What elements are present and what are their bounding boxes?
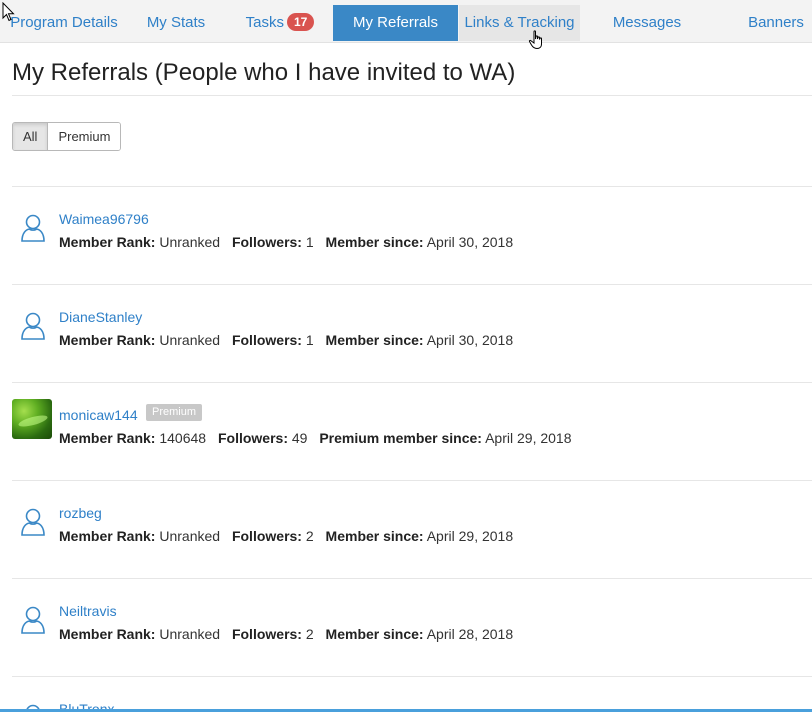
divider xyxy=(12,578,812,579)
rank-label: Member Rank: xyxy=(59,234,156,250)
list-item: DianeStanley Member Rank: Unranked Follo… xyxy=(12,284,812,381)
tab-label: Links & Tracking xyxy=(464,14,575,31)
since-label: Member since: xyxy=(325,626,424,642)
followers-value: 1 xyxy=(305,234,314,250)
followers-label: Followers: xyxy=(231,626,302,642)
tab-program-details[interactable]: Program Details xyxy=(8,5,120,41)
followers-value: 1 xyxy=(305,332,314,348)
tab-label: Messages xyxy=(612,14,682,31)
page-title: My Referrals (People who I have invited … xyxy=(12,59,516,86)
tab-label: Tasks xyxy=(245,14,284,31)
followers-value: 2 xyxy=(305,626,314,642)
rank-label: Member Rank: xyxy=(59,332,156,348)
rank-label: Member Rank: xyxy=(59,528,156,544)
list-item: Waimea96796 Member Rank: Unranked Follow… xyxy=(12,186,812,283)
filter-all-button[interactable]: All xyxy=(13,123,49,150)
divider xyxy=(12,186,812,187)
member-info: Member Rank: Unranked Followers: 2 Membe… xyxy=(59,626,513,642)
user-icon xyxy=(21,606,45,634)
tab-bar: Program Details My Stats Tasks 17 My Refe… xyxy=(0,0,812,43)
user-icon xyxy=(21,508,45,536)
user-icon xyxy=(21,312,45,340)
list-item: monicaw144 Premium Member Rank: 140648 F… xyxy=(12,382,812,479)
tab-label: My Referrals xyxy=(352,14,438,31)
avatar[interactable] xyxy=(12,399,52,439)
tab-links-tracking[interactable]: Links & Tracking xyxy=(459,5,580,41)
tasks-count-badge: 17 xyxy=(286,13,315,31)
rank-value: Unranked xyxy=(159,332,221,348)
since-label: Member since: xyxy=(325,528,424,544)
list-item: rozbeg Member Rank: Unranked Followers: … xyxy=(12,480,812,577)
username-link[interactable]: monicaw144 xyxy=(59,407,138,423)
tab-label: Banners xyxy=(748,14,804,31)
followers-label: Followers: xyxy=(231,528,302,544)
member-info: Member Rank: Unranked Followers: 1 Membe… xyxy=(59,234,513,250)
mouse-pointer-icon xyxy=(2,2,15,22)
tab-banners[interactable]: Banners xyxy=(740,5,812,41)
followers-label: Followers: xyxy=(231,234,302,250)
rank-value: 140648 xyxy=(159,430,207,446)
tab-label: My Stats xyxy=(146,14,206,31)
tab-my-referrals[interactable]: My Referrals xyxy=(333,5,458,41)
divider xyxy=(12,480,812,481)
list-item: BluTronx xyxy=(12,676,812,712)
rank-value: Unranked xyxy=(159,528,221,544)
since-value: April 29, 2018 xyxy=(485,430,572,446)
rank-label: Member Rank: xyxy=(59,430,156,446)
tab-tasks[interactable]: Tasks 17 xyxy=(238,5,322,41)
since-value: April 29, 2018 xyxy=(426,528,514,544)
filter-premium-button[interactable]: Premium xyxy=(48,123,121,150)
since-value: April 28, 2018 xyxy=(426,626,514,642)
tab-messages[interactable]: Messages xyxy=(598,5,696,41)
list-item: Neiltravis Member Rank: Unranked Followe… xyxy=(12,578,812,675)
since-label: Member since: xyxy=(325,332,424,348)
divider xyxy=(12,95,812,96)
divider xyxy=(12,382,812,383)
username-link[interactable]: DianeStanley xyxy=(59,309,142,325)
premium-since-label: Premium member since: xyxy=(319,430,482,446)
tab-my-stats[interactable]: My Stats xyxy=(138,5,214,41)
since-label: Member since: xyxy=(325,234,424,250)
rank-value: Unranked xyxy=(159,626,221,642)
divider xyxy=(12,676,812,677)
since-value: April 30, 2018 xyxy=(426,234,514,250)
followers-label: Followers: xyxy=(231,332,302,348)
since-value: April 30, 2018 xyxy=(426,332,514,348)
divider xyxy=(12,284,812,285)
followers-value: 49 xyxy=(291,430,308,446)
followers-label: Followers: xyxy=(217,430,288,446)
premium-badge: Premium xyxy=(146,404,203,421)
username-link[interactable]: rozbeg xyxy=(59,505,102,521)
username-link[interactable]: Waimea96796 xyxy=(59,211,149,227)
rank-label: Member Rank: xyxy=(59,626,156,642)
user-icon xyxy=(21,214,45,242)
tab-label: Program Details xyxy=(10,14,118,31)
filter-button-group: All Premium xyxy=(12,122,122,151)
member-info: Member Rank: Unranked Followers: 2 Membe… xyxy=(59,528,513,544)
username-link[interactable]: Neiltravis xyxy=(59,603,117,619)
member-info: Member Rank: Unranked Followers: 1 Membe… xyxy=(59,332,513,348)
followers-value: 2 xyxy=(305,528,314,544)
rank-value: Unranked xyxy=(159,234,221,250)
hand-pointer-icon xyxy=(528,30,542,50)
member-info: Member Rank: 140648 Followers: 49 Premiu… xyxy=(59,430,572,446)
